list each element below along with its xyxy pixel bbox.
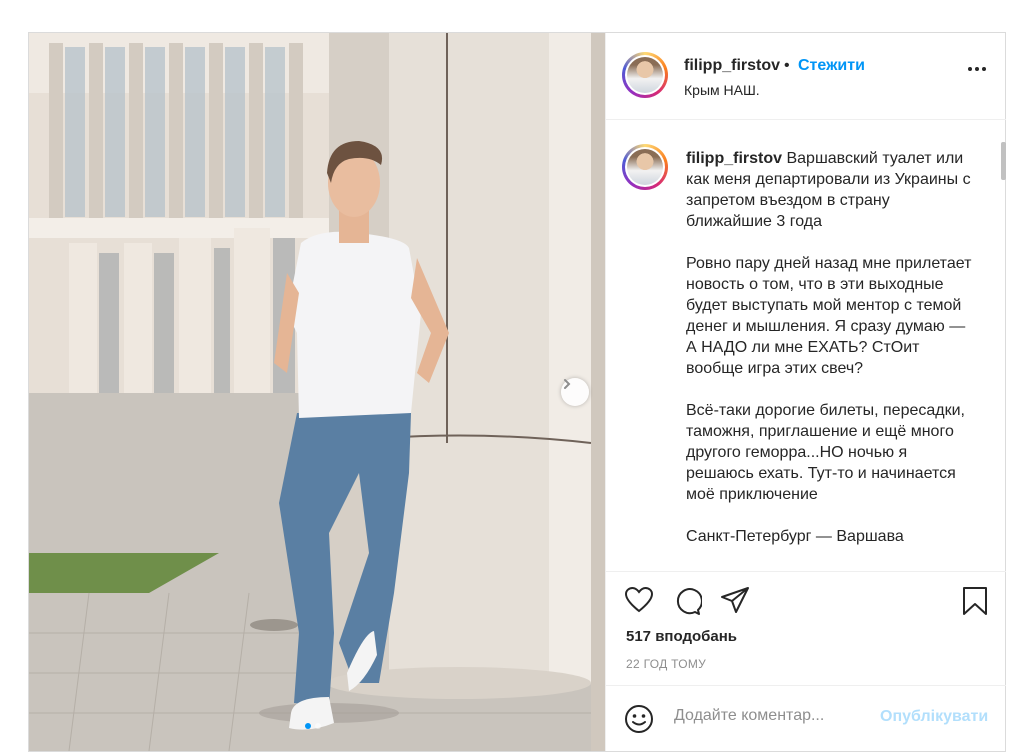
header-separator: •: [784, 57, 790, 74]
caption-paragraph: Санкт-Петербург — Варшава: [686, 528, 904, 545]
carousel-indicator: [305, 723, 321, 729]
post-timestamp[interactable]: 22 ГОД ТОМУ: [626, 657, 706, 671]
more-icon[interactable]: [968, 67, 986, 71]
location-link[interactable]: Крым НАШ.: [684, 82, 760, 98]
caption-paragraph: Всё-таки дорогие билеты, пересадки, тамо…: [686, 402, 965, 503]
carousel-dot: [305, 723, 311, 729]
post-photo[interactable]: [29, 33, 605, 751]
emoji-icon[interactable]: [624, 704, 654, 734]
chevron-right-icon: [564, 379, 571, 389]
caption-avatar[interactable]: [622, 144, 668, 190]
scrollbar[interactable]: [1001, 142, 1006, 180]
post-modal: filipp_firstov • Стежити Крым НАШ. filip…: [28, 32, 1006, 752]
bookmark-icon[interactable]: [962, 586, 988, 616]
publish-button[interactable]: Опублікувати: [880, 708, 988, 726]
photo-scene: [29, 33, 605, 751]
post-sidebar: filipp_firstov • Стежити Крым НАШ. filip…: [605, 33, 1006, 751]
comment-icon[interactable]: [672, 586, 702, 616]
caption-paragraph: Ровно пару дней назад мне прилетает ново…: [686, 255, 972, 377]
header-username[interactable]: filipp_firstov: [684, 57, 780, 75]
add-comment-bar: Опублікувати: [606, 685, 1006, 752]
caption-text: filipp_firstov Варшавский туалет или как…: [686, 148, 978, 568]
action-bar: [606, 571, 1006, 620]
next-slide-button[interactable]: [561, 378, 589, 406]
post-header: filipp_firstov • Стежити Крым НАШ.: [606, 33, 1006, 120]
avatar[interactable]: [622, 52, 668, 98]
share-icon[interactable]: [720, 586, 750, 614]
caption-area: filipp_firstov Варшавский туалет или как…: [606, 120, 1006, 571]
caption-username[interactable]: filipp_firstov: [686, 150, 782, 167]
follow-button[interactable]: Стежити: [798, 57, 865, 75]
heart-icon[interactable]: [624, 586, 654, 614]
comment-input[interactable]: [672, 706, 876, 726]
carousel-dot: [315, 723, 321, 729]
like-count[interactable]: 517 вподобань: [626, 628, 737, 645]
